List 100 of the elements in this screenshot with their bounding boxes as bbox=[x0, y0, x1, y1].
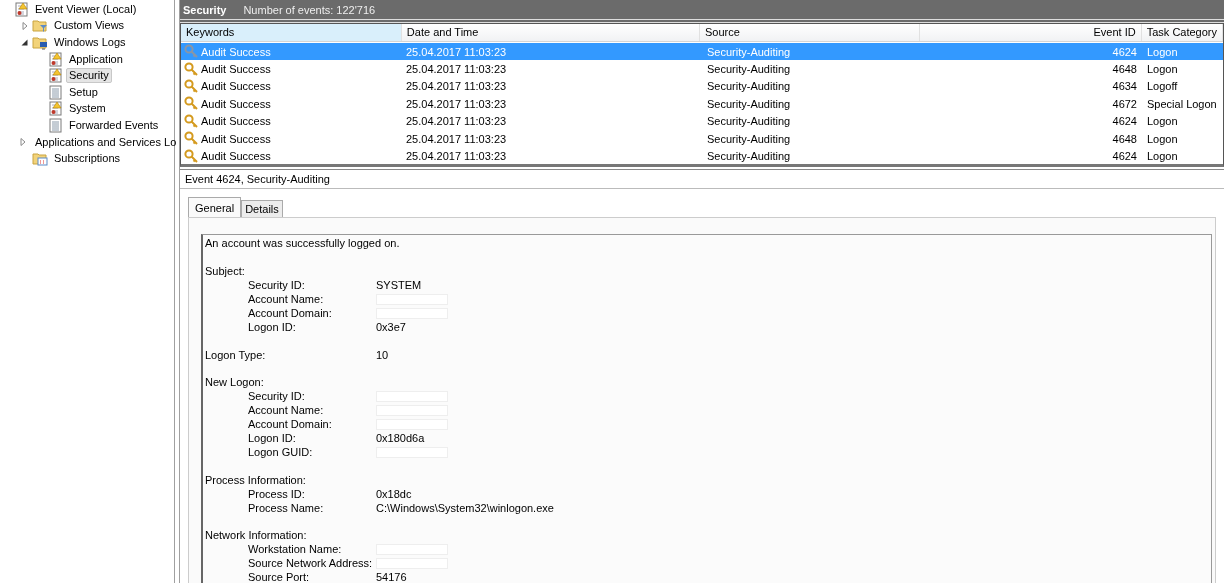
event-message: An account was successfully logged on. bbox=[205, 237, 401, 251]
field-label: Security ID: bbox=[248, 390, 306, 403]
field-label: Source Network Address: bbox=[248, 557, 374, 570]
event-count: Number of events: 122'716 bbox=[243, 3, 376, 16]
event-row[interactable]: Audit Success 25.04.2017 11:03:23 Security-Auditing 4648 Logon bbox=[181, 129, 1223, 148]
event-row[interactable]: Audit Success 25.04.2017 11:03:23 Security-Auditing 4624 Logon bbox=[181, 147, 1223, 164]
column-header[interactable]: Keywords bbox=[181, 24, 402, 41]
log-warning-icon bbox=[49, 51, 63, 67]
subscriptions-icon bbox=[32, 151, 48, 167]
field-label: Account Domain: bbox=[248, 307, 333, 319]
event-row[interactable]: Audit Success 25.04.2017 11:03:23 Security-Auditing 4648 Logon bbox=[181, 60, 1223, 78]
tree-item[interactable]: Applications and Services Lo bbox=[32, 134, 180, 150]
tree-item[interactable]: Application bbox=[66, 51, 126, 67]
table-cell: 4648 bbox=[1112, 132, 1137, 145]
table-cell: Security-Auditing bbox=[707, 132, 791, 145]
log-warning-icon bbox=[49, 68, 63, 84]
tree-item[interactable]: Windows Logs bbox=[51, 35, 129, 50]
tree-item[interactable]: Setup bbox=[66, 84, 101, 100]
table-cell: 4624 bbox=[1112, 115, 1137, 128]
field-value: 54176 bbox=[376, 571, 407, 583]
table-cell: Security-Auditing bbox=[707, 150, 791, 163]
expand-arrow-icon[interactable] bbox=[21, 21, 28, 30]
table-cell: Logoff bbox=[1147, 80, 1178, 93]
table-cell: 25.04.2017 11:03:23 bbox=[406, 132, 507, 145]
field-label: Logon ID: bbox=[248, 432, 297, 445]
tree-item[interactable]: Security bbox=[66, 68, 112, 84]
event-row[interactable]: Audit Success 25.04.2017 11:03:23 Security-Auditing 4634 Logoff bbox=[181, 77, 1223, 96]
section-heading: New Logon: bbox=[205, 376, 265, 389]
tree-item[interactable]: System bbox=[66, 101, 109, 117]
section-heading: Network Information: bbox=[205, 529, 308, 542]
tab[interactable]: General bbox=[188, 197, 242, 217]
table-cell: 4624 bbox=[1112, 150, 1137, 163]
column-header[interactable]: Event ID bbox=[919, 24, 1142, 41]
field-label: Process ID: bbox=[248, 487, 306, 500]
table-cell: Audit Success bbox=[201, 80, 271, 93]
table-cell: 25.04.2017 11:03:23 bbox=[406, 45, 507, 58]
event-row[interactable]: Audit Success 25.04.2017 11:03:23 Security-Auditing 4672 Special Logon bbox=[181, 95, 1223, 113]
table-cell: Security-Auditing bbox=[707, 80, 791, 93]
tab[interactable]: Details bbox=[241, 200, 283, 217]
field-value: 0x3e7 bbox=[376, 321, 406, 333]
table-cell: 25.04.2017 11:03:23 bbox=[406, 97, 507, 110]
log-icon bbox=[49, 117, 63, 133]
section-heading: Process Information: bbox=[205, 473, 307, 486]
table-cell: 4624 bbox=[1112, 45, 1137, 58]
table-cell: 4634 bbox=[1112, 80, 1137, 93]
field-value: 0x180d6a bbox=[376, 432, 425, 445]
table-cell: Security-Auditing bbox=[707, 63, 791, 76]
tree-item[interactable]: Custom Views bbox=[51, 18, 128, 34]
table-cell: Logon bbox=[1147, 150, 1178, 163]
table-cell: Logon bbox=[1147, 63, 1178, 76]
column-header[interactable]: Task Category bbox=[1141, 24, 1223, 41]
table-cell: Logon bbox=[1147, 45, 1178, 58]
field-value: C:\Windows\System32\winlogon.exe bbox=[376, 501, 554, 514]
table-cell: 25.04.2017 11:03:23 bbox=[406, 80, 507, 93]
field-label: Account Name: bbox=[248, 293, 325, 305]
table-cell: Audit Success bbox=[201, 45, 271, 58]
table-cell: Security-Auditing bbox=[707, 97, 791, 110]
table-cell: Audit Success bbox=[201, 150, 271, 163]
key-icon bbox=[184, 131, 199, 147]
column-header[interactable]: Source bbox=[700, 24, 920, 41]
field-label: Logon GUID: bbox=[248, 446, 314, 459]
key-icon bbox=[184, 44, 199, 60]
table-cell: 25.04.2017 11:03:23 bbox=[406, 115, 507, 128]
section-heading: Subject: bbox=[205, 265, 246, 277]
field-label: Source Port: bbox=[248, 571, 311, 583]
field-value: 10 bbox=[376, 348, 389, 361]
field-label: Logon ID: bbox=[248, 321, 297, 333]
event-row[interactable]: Audit Success 25.04.2017 11:03:23 Security-Auditing 4624 Logon bbox=[181, 112, 1223, 130]
key-icon bbox=[184, 113, 199, 129]
field-label: Workstation Name: bbox=[248, 543, 343, 556]
table-cell: Audit Success bbox=[201, 132, 271, 145]
tree-item[interactable]: Forwarded Events bbox=[66, 117, 162, 133]
field-label: Account Domain: bbox=[248, 418, 333, 431]
log-icon bbox=[49, 84, 63, 100]
table-cell: Logon bbox=[1147, 132, 1178, 145]
key-icon bbox=[184, 78, 199, 94]
table-cell: 25.04.2017 11:03:23 bbox=[406, 150, 507, 163]
tree-item[interactable]: Event Viewer (Local) bbox=[32, 1, 140, 17]
field-value: 0x18dc bbox=[376, 487, 412, 500]
table-cell: 4648 bbox=[1112, 63, 1137, 76]
table-cell: 4672 bbox=[1112, 97, 1137, 110]
key-icon bbox=[184, 148, 199, 164]
section-heading: Logon Type: bbox=[205, 348, 267, 361]
table-cell: Audit Success bbox=[201, 97, 271, 110]
filter-folder-icon bbox=[32, 18, 48, 34]
tree-item[interactable]: Subscriptions bbox=[51, 151, 124, 167]
field-label: Security ID: bbox=[248, 279, 306, 291]
table-cell: 25.04.2017 11:03:23 bbox=[406, 63, 507, 76]
column-header[interactable]: Date and Time bbox=[401, 24, 700, 41]
monitor-folder-icon bbox=[32, 35, 48, 50]
table-cell: Security-Auditing bbox=[707, 115, 791, 128]
field-label: Account Name: bbox=[248, 404, 325, 417]
table-cell: Audit Success bbox=[201, 63, 271, 76]
expand-arrow-icon[interactable] bbox=[20, 138, 26, 147]
collapse-arrow-icon[interactable] bbox=[21, 39, 28, 46]
table-cell: Security-Auditing bbox=[707, 45, 791, 58]
table-cell: Special Logon bbox=[1147, 97, 1217, 110]
key-icon bbox=[184, 96, 199, 112]
field-label: Process Name: bbox=[248, 501, 325, 514]
log-warning-icon bbox=[49, 101, 63, 117]
